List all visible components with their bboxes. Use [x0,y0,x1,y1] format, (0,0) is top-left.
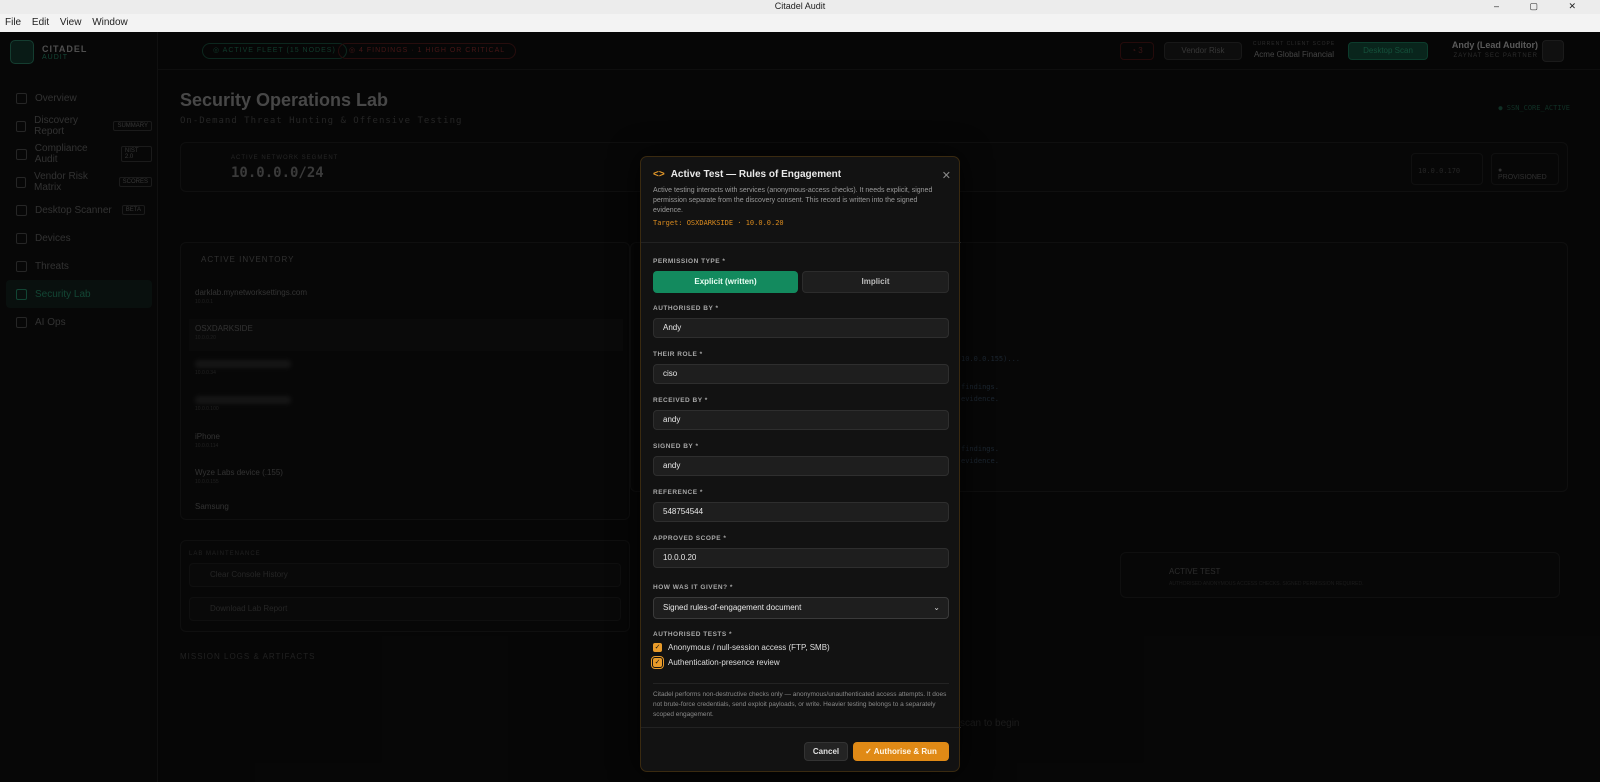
received-by-field[interactable]: andy [653,410,949,430]
menu-window[interactable]: Window [92,17,128,28]
signed-by-field[interactable]: andy [653,456,949,476]
window-title: Citadel Audit [774,1,826,11]
authorised-tests-label: AUTHORISED TESTS * [653,631,733,638]
menu-edit[interactable]: Edit [32,17,49,28]
received-by-label: RECEIVED BY * [653,397,708,404]
code-icon: <> [653,169,665,180]
permission-type-toggle: Explicit (written) Implicit [653,271,949,293]
authorised-by-label: AUTHORISED BY * [653,305,719,312]
authorise-run-button[interactable]: ✓ Authorise & Run [853,742,949,761]
modal-footer: Cancel ✓ Authorise & Run [641,727,961,773]
menu-bar: File Edit View Window [0,14,1600,32]
reference-label: REFERENCE * [653,489,703,496]
how-given-select[interactable]: Signed rules-of-engagement document ⌄ [653,597,949,619]
permission-type-label: PERMISSION TYPE * [653,258,726,265]
role-label: THEIR ROLE * [653,351,703,358]
authorised-by-field[interactable]: Andy [653,318,949,338]
checkbox-checked-icon[interactable]: ✓ [651,656,664,669]
how-given-label: HOW WAS IT GIVEN? * [653,584,733,591]
approved-scope-label: APPROVED SCOPE * [653,535,727,542]
modal-target: Target: OSXDARKSIDE · 10.0.0.20 [653,219,784,227]
role-field[interactable]: ciso [653,364,949,384]
menu-file[interactable]: File [5,17,21,28]
modal-note: Citadel performs non-destructive checks … [653,683,949,720]
modal-description: Active testing interacts with services (… [653,187,933,214]
modal-title: Active Test — Rules of Engagement [670,169,842,180]
cancel-button[interactable]: Cancel [804,742,848,761]
modal-header: <> Active Test — Rules of Engagement ✕ Ac… [641,157,961,243]
test-auth-presence-checkbox[interactable]: ✓ Authentication-presence review [651,656,780,669]
checkbox-checked-icon[interactable]: ✓ [653,643,662,652]
test-anonymous-checkbox[interactable]: ✓ Anonymous / null-session access (FTP, S… [653,643,830,652]
window-titlebar: Citadel Audit – ▢ ✕ [0,0,1600,14]
chevron-down-icon: ⌄ [933,603,940,612]
permission-implicit-button[interactable]: Implicit [802,271,949,293]
permission-explicit-button[interactable]: Explicit (written) [653,271,798,293]
approved-scope-field[interactable]: 10.0.0.20 [653,548,949,568]
close-icon[interactable]: ✕ [942,169,951,182]
test-auth-presence-label: Authentication-presence review [668,658,780,667]
rules-of-engagement-modal: <> Active Test — Rules of Engagement ✕ Ac… [640,156,961,773]
modal-title-row: <> Active Test — Rules of Engagement [653,169,841,180]
window-controls[interactable]: – ▢ ✕ [1494,0,1590,12]
signed-by-label: SIGNED BY * [653,443,699,450]
test-anonymous-label: Anonymous / null-session access (FTP, SM… [668,643,830,652]
how-given-value: Signed rules-of-engagement document [663,603,802,612]
menu-view[interactable]: View [60,17,82,28]
reference-field[interactable]: 548754544 [653,502,949,522]
